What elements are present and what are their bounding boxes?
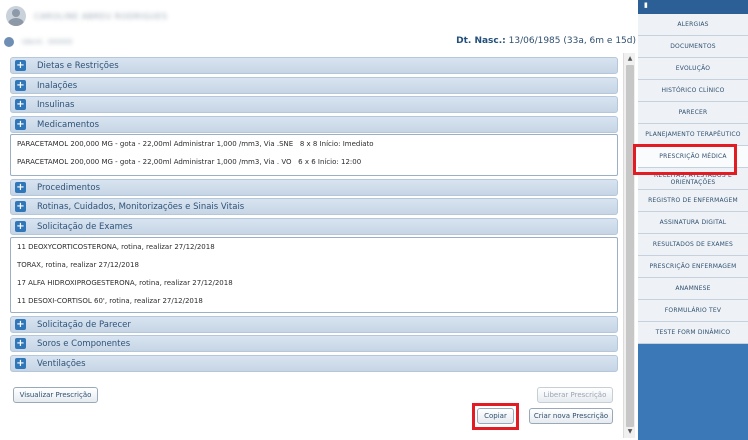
accordion-title: Soros e Componentes xyxy=(37,338,131,349)
sidebar-item-label: ALERGIAS xyxy=(677,21,709,28)
plus-icon[interactable]: + xyxy=(15,221,26,232)
sidebar-item-label: DOCUMENTOS xyxy=(670,43,716,50)
release-prescription-button[interactable]: Liberar Prescrição xyxy=(537,387,613,403)
list-item: PARACETAMOL 200,000 MG - gota - 22,00ml … xyxy=(17,158,362,166)
sidebar-item-label: PRESCRIÇÃO ENFERMAGEM xyxy=(649,263,737,270)
sidebar-item-historico-clinico[interactable]: HISTÓRICO CLÍNICO xyxy=(638,80,748,102)
sidebar-item-label: EVOLUÇÃO xyxy=(675,65,711,72)
sidebar-item-evolucao[interactable]: EVOLUÇÃO xyxy=(638,58,748,80)
accordion-header[interactable]: + Procedimentos xyxy=(10,179,618,196)
accordion-title: Ventilações xyxy=(37,358,86,369)
accordion-title: Insulinas xyxy=(37,99,75,110)
sidebar-item-label: FORMULÁRIO TEV xyxy=(664,307,722,314)
sidebar-item-teste-form-dinamico[interactable]: TESTE FORM DINÂMICO xyxy=(638,322,748,344)
accordion-header[interactable]: + Rotinas, Cuidados, Monitorizações e Sin… xyxy=(10,198,618,215)
accordion-header[interactable]: + Soros e Componentes xyxy=(10,335,618,352)
accordion-header[interactable]: + Solicitação de Exames xyxy=(10,218,618,235)
plus-icon[interactable]: + xyxy=(15,119,26,130)
info-icon xyxy=(4,37,14,47)
plus-icon[interactable]: + xyxy=(15,319,26,330)
birth-date-value: 13/06/1985 (33a, 6m e 15d) xyxy=(505,36,636,46)
sidebar-item-label: ASSINATURA DIGITAL xyxy=(659,219,727,226)
plus-icon[interactable]: + xyxy=(15,80,26,91)
list-item: PARACETAMOL 200,000 MG - gota - 22,00ml … xyxy=(17,140,374,148)
accordion-title: Rotinas, Cuidados, Monitorizações e Sina… xyxy=(37,201,245,212)
vertical-scrollbar[interactable]: ▲ ▼ xyxy=(623,53,635,438)
patient-name: CAROLINE ABREU RODRIGUES xyxy=(34,11,168,21)
sidebar-item-anamnese[interactable]: ANAMNESE xyxy=(638,278,748,300)
sidebar-item-label: PARECER xyxy=(678,109,708,116)
accordion-body: PARACETAMOL 200,000 MG - gota - 22,00ml … xyxy=(10,134,618,176)
sidebar-item-parecer[interactable]: PARECER xyxy=(638,102,748,124)
patient-name-row: CAROLINE ABREU RODRIGUES xyxy=(6,6,167,26)
accordion-header[interactable]: + Medicamentos xyxy=(10,116,618,133)
sidebar-item-label: HISTÓRICO CLÍNICO xyxy=(661,87,725,94)
sidebar-item-alergias[interactable]: ALERGIAS xyxy=(638,14,748,36)
accordion-title: Inalações xyxy=(37,80,78,91)
sidebar-item-prescricao-enfermagem[interactable]: PRESCRIÇÃO ENFERMAGEM xyxy=(638,256,748,278)
plus-icon[interactable]: + xyxy=(15,338,26,349)
copy-button[interactable]: Copiar xyxy=(477,408,514,424)
list-item: 17 ALFA HIDROXIPROGESTERONA, rotina, rea… xyxy=(17,279,233,287)
sidebar-item-assinatura-digital[interactable]: ASSINATURA DIGITAL xyxy=(638,212,748,234)
birth-date: Dt. Nasc.: 13/06/1985 (33a, 6m e 15d) xyxy=(456,36,636,46)
accordion-header[interactable]: + Insulinas xyxy=(10,96,618,113)
patient-header: CAROLINE ABREU RODRIGUES Ident. 00000 Dt… xyxy=(0,0,638,52)
plus-icon[interactable]: + xyxy=(15,99,26,110)
birth-date-label: Dt. Nasc.: xyxy=(456,36,506,46)
sidebar: ▮ ALERGIAS DOCUMENTOS EVOLUÇÃO HISTÓRICO CL… xyxy=(638,0,748,440)
sidebar-item-resultados-de-exames[interactable]: RESULTADOS DE EXAMES xyxy=(638,234,748,256)
scroll-up-arrow-icon[interactable]: ▲ xyxy=(625,54,635,64)
list-item: TORAX, rotina, realizar 27/12/2018 xyxy=(17,261,139,269)
list-item: 11 DESOXI-CORTISOL 60', rotina, realizar… xyxy=(17,297,203,305)
scrollbar-thumb[interactable] xyxy=(626,65,634,427)
patient-id: Ident. 00000 xyxy=(22,38,73,46)
accordion-title: Medicamentos xyxy=(37,119,100,130)
sidebar-item-label: PLANEJAMENTO TERAPÊUTICO xyxy=(645,131,741,138)
prescription-screen: CAROLINE ABREU RODRIGUES Ident. 00000 Dt… xyxy=(0,0,748,440)
accordion-title: Dietas e Restrições xyxy=(37,60,119,71)
sidebar-item-label: TESTE FORM DINÂMICO xyxy=(655,329,731,336)
sidebar-item-registro-de-enfermagem[interactable]: REGISTRO DE ENFERMAGEM xyxy=(638,190,748,212)
accordion-header[interactable]: + Ventilações xyxy=(10,355,618,372)
sidebar-item-planejamento-terapeutico[interactable]: PLANEJAMENTO TERAPÊUTICO xyxy=(638,124,748,146)
patient-info-row: Ident. 00000 xyxy=(4,37,73,47)
list-item: 11 DEOXYCORTICOSTERONA, rotina, realizar… xyxy=(17,243,215,251)
accordion-title: Procedimentos xyxy=(37,182,101,193)
accordion-header[interactable]: + Dietas e Restrições xyxy=(10,57,618,74)
accordion-title: Solicitação de Exames xyxy=(37,221,133,232)
plus-icon[interactable]: + xyxy=(15,182,26,193)
sidebar-item-formulario-tev[interactable]: FORMULÁRIO TEV xyxy=(638,300,748,322)
user-avatar-icon xyxy=(6,6,26,26)
plus-icon[interactable]: + xyxy=(15,201,26,212)
plus-icon[interactable]: + xyxy=(15,60,26,71)
sidebar-top-bar: ▮ xyxy=(638,0,748,14)
sidebar-item-label: ANAMNESE xyxy=(675,285,711,292)
plus-icon[interactable]: + xyxy=(15,358,26,369)
scroll-down-arrow-icon[interactable]: ▼ xyxy=(625,427,635,437)
accordion-header[interactable]: + Solicitação de Parecer xyxy=(10,316,618,333)
bell-icon[interactable]: ▮ xyxy=(644,1,648,9)
new-prescription-button[interactable]: Criar nova Prescrição xyxy=(529,408,613,424)
prescription-panel: + Dietas e Restrições + Inalações + Insulinas… xyxy=(6,53,623,375)
accordion-title: Solicitação de Parecer xyxy=(37,319,131,330)
prescricao-highlight-box xyxy=(633,144,737,175)
sidebar-item-documentos[interactable]: DOCUMENTOS xyxy=(638,36,748,58)
view-prescription-button[interactable]: Visualizar Prescrição xyxy=(13,387,98,403)
sidebar-item-label: RESULTADOS DE EXAMES xyxy=(652,241,734,248)
sidebar-item-label: REGISTRO DE ENFERMAGEM xyxy=(648,197,738,204)
accordion-body: 11 DEOXYCORTICOSTERONA, rotina, realizar… xyxy=(10,237,618,313)
accordion-header[interactable]: + Inalações xyxy=(10,77,618,94)
